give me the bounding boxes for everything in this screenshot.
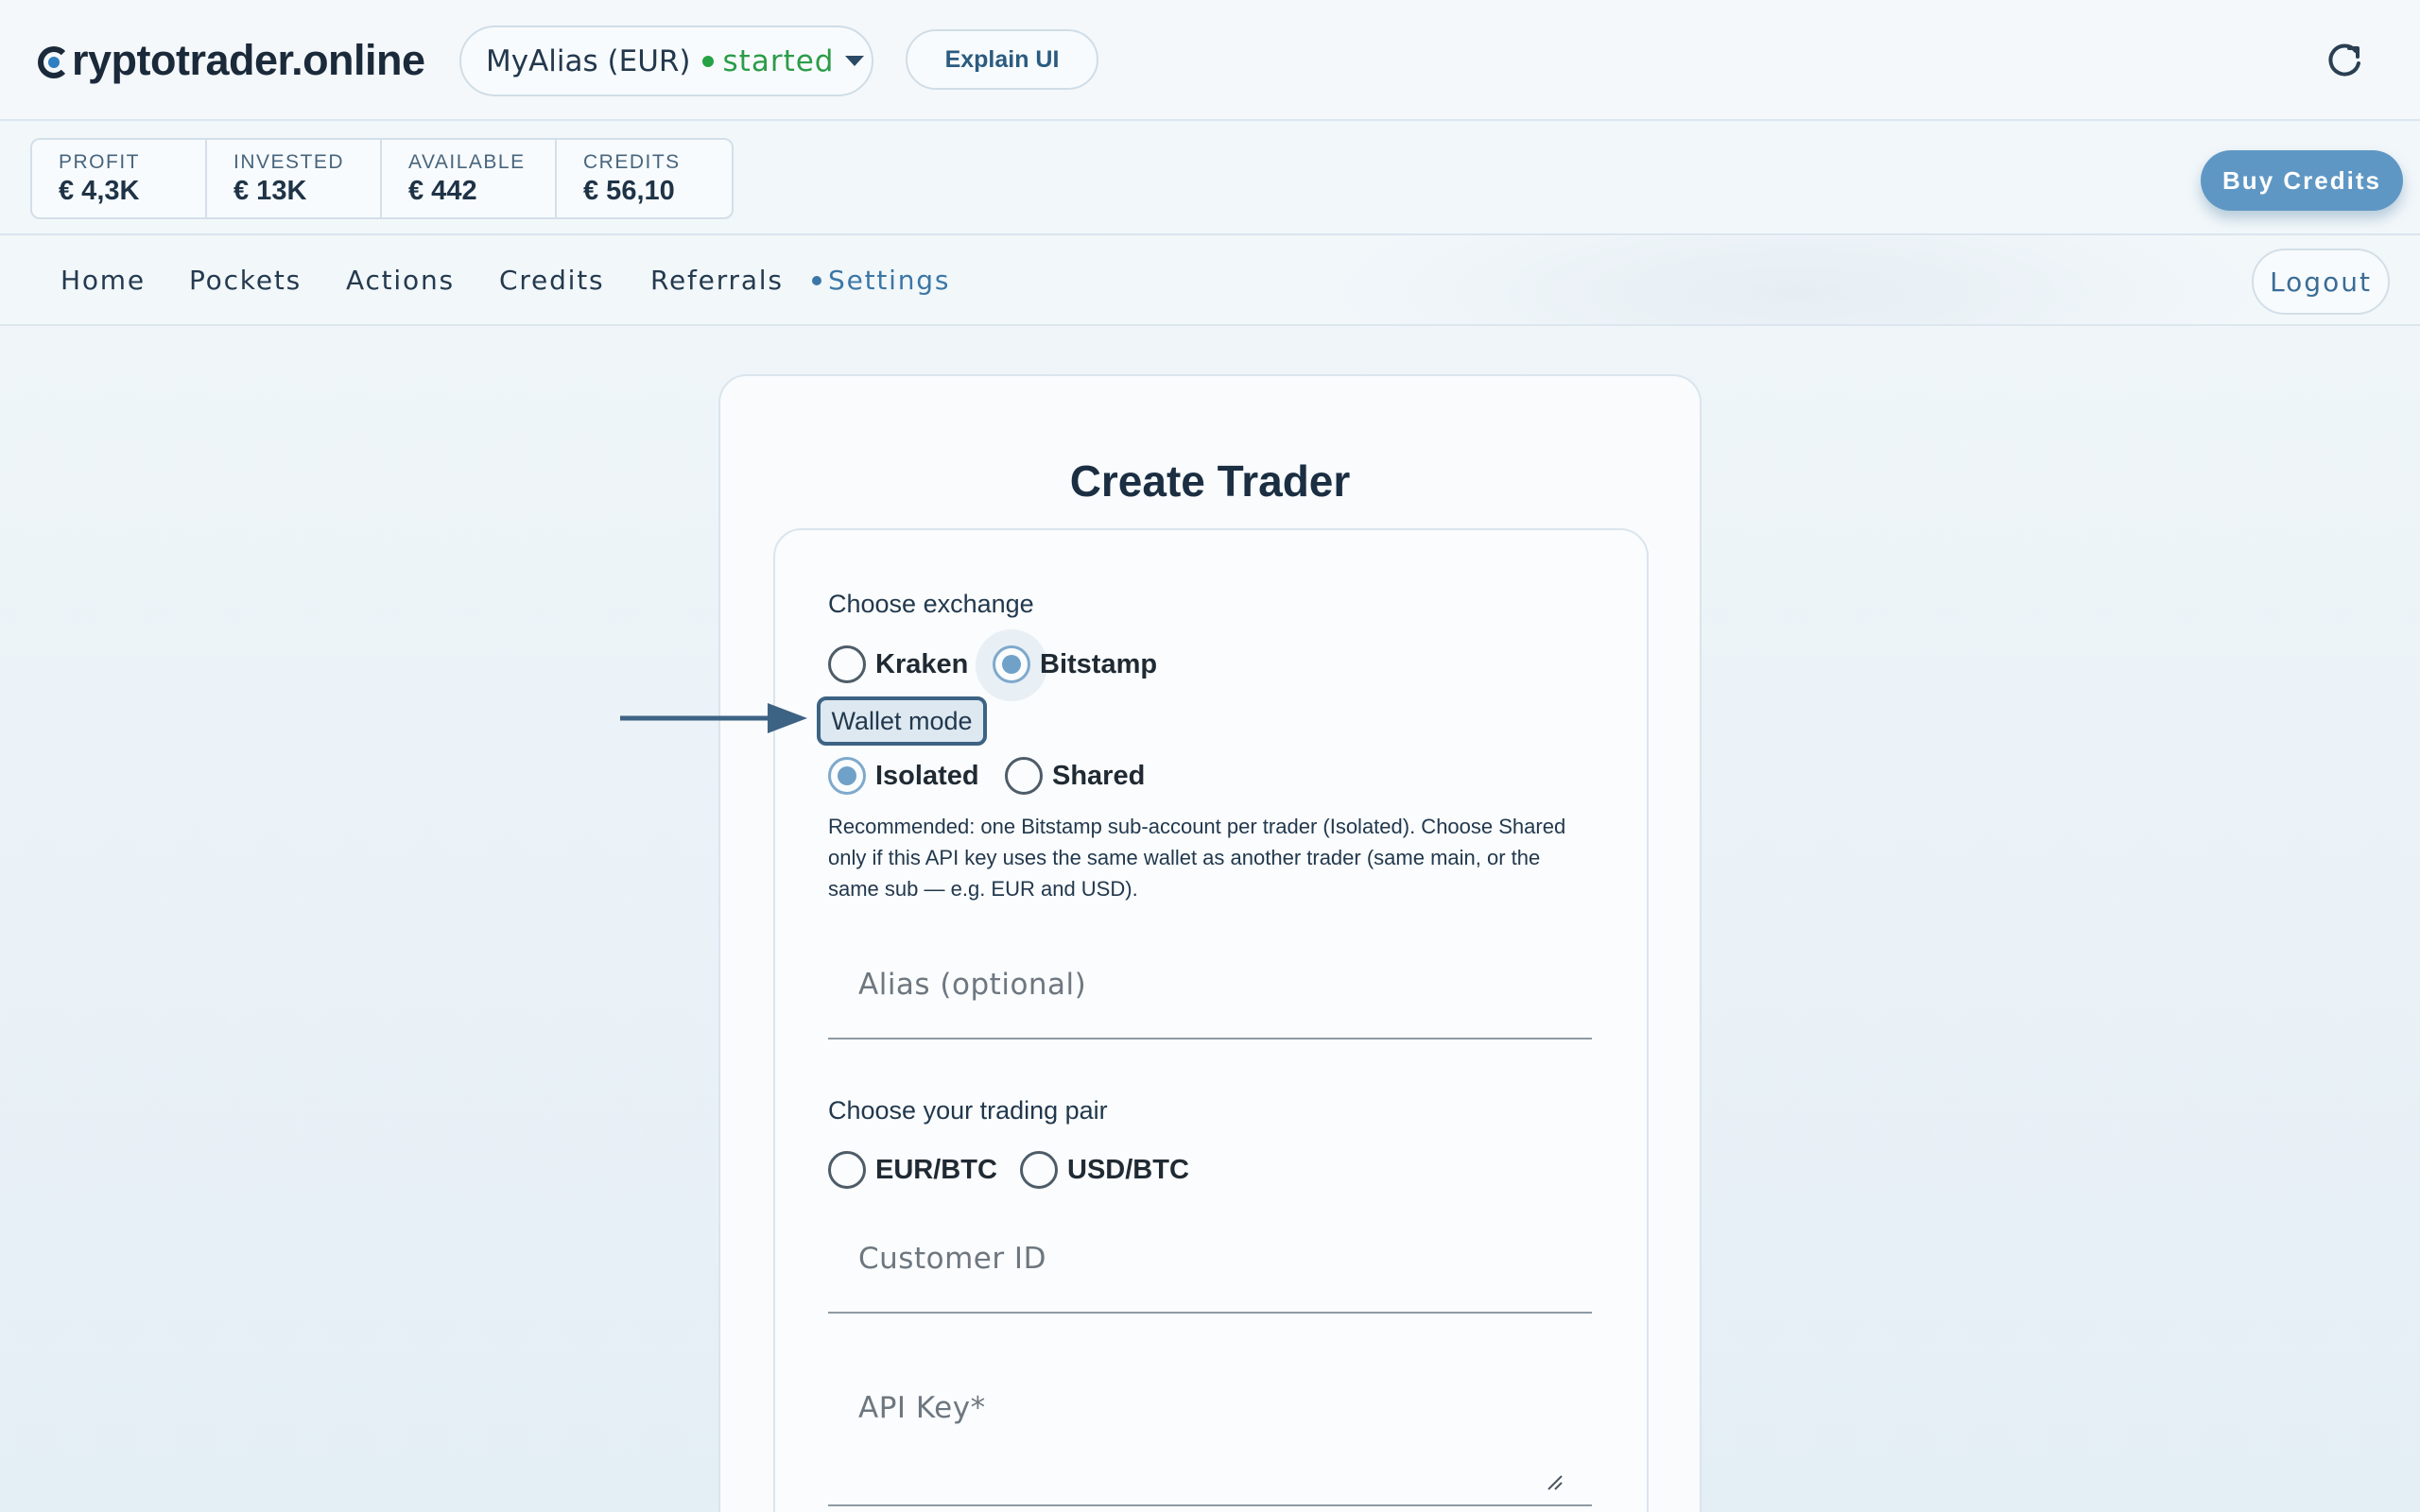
page-title: Create Trader [1069,456,1351,506]
stat-credits: CREDITS € 56,10 [557,140,732,217]
radio-bitstamp[interactable]: Bitstamp [993,645,1157,683]
stat-label: CREDITS [583,151,681,173]
radio-isolated[interactable]: Isolated [828,757,979,795]
explain-ui-button[interactable]: Explain UI [906,29,1098,90]
trader-select[interactable]: MyAlias (EUR) started [459,26,873,96]
radio-circle-icon[interactable] [1005,757,1043,795]
account-stats: PROFIT € 4,3K INVESTED € 13K AVAILABLE €… [30,138,734,219]
customer-id-field[interactable]: Customer ID [828,1210,1592,1314]
radio-eur-btc[interactable]: EUR/BTC [828,1151,997,1189]
radio-label: USD/BTC [1067,1154,1189,1185]
trader-status: started [722,43,835,78]
radio-kraken[interactable]: Kraken [828,645,968,683]
radio-label: Bitstamp [1040,648,1158,679]
stat-available: AVAILABLE € 442 [382,140,557,217]
logout-button[interactable]: Logout [2252,249,2390,315]
alias-field[interactable]: Alias (optional) [828,936,1592,1040]
api-key-field[interactable]: API Key* [828,1351,1592,1506]
stat-value: € 4,3K [59,176,140,206]
app-logo[interactable]: ryptotrader.online [38,34,425,87]
exchange-label: Choose exchange [828,590,1034,618]
resize-grip-icon[interactable] [1547,1474,1564,1491]
radio-circle-icon[interactable] [1020,1151,1058,1189]
radio-checked-icon[interactable] [993,645,1030,683]
trader-alias: MyAlias (EUR) [486,43,691,78]
radio-circle-icon[interactable] [828,1151,866,1189]
stat-value: € 442 [408,176,477,206]
stat-value: € 13K [233,176,307,206]
nav-item-settings[interactable]: Settings [828,265,950,296]
wallet-mode-label: Wallet mode [817,696,987,746]
radio-label: Shared [1052,760,1146,791]
nav-item-home[interactable]: Home [60,265,146,296]
api-key-placeholder: API Key* [858,1391,986,1425]
radio-label: Kraken [875,648,969,679]
radio-circle-icon[interactable] [828,645,866,683]
nav-item-referrals[interactable]: Referrals [650,265,784,296]
refresh-icon[interactable] [2324,40,2365,81]
customer-id-placeholder: Customer ID [858,1242,1046,1276]
stat-profit: PROFIT € 4,3K [32,140,207,217]
active-indicator-icon [812,276,821,285]
stat-invested: INVESTED € 13K [207,140,382,217]
caret-down-icon [845,56,865,66]
radio-usd-btc[interactable]: USD/BTC [1020,1151,1189,1189]
stat-label: PROFIT [59,151,140,173]
radio-label: EUR/BTC [875,1154,997,1185]
app-header: ryptotrader.online MyAlias (EUR) started… [0,0,2420,121]
trading-pair-label: Choose your trading pair [828,1096,1108,1125]
main-nav: Home Pockets Actions Credits Referrals S… [0,236,2420,326]
logo-text: ryptotrader.online [72,36,425,84]
arrow-right-icon [620,703,807,733]
radio-checked-icon[interactable] [828,757,866,795]
wallet-mode-help: Recommended: one Bitstamp sub-account pe… [828,815,1566,901]
stat-label: AVAILABLE [408,151,526,173]
radio-label: Isolated [875,760,979,791]
nav-item-actions[interactable]: Actions [346,265,455,296]
logo-c-icon [38,46,70,78]
stats-bar: PROFIT € 4,3K INVESTED € 13K AVAILABLE €… [0,122,2420,235]
stat-value: € 56,10 [583,176,675,206]
nav-item-pockets[interactable]: Pockets [189,265,302,296]
radio-shared[interactable]: Shared [1005,757,1145,795]
stat-label: INVESTED [233,151,345,173]
buy-credits-button[interactable]: Buy Credits [2201,150,2403,211]
nav-item-credits[interactable]: Credits [499,265,604,296]
alias-placeholder: Alias (optional) [858,968,1087,1002]
status-dot-icon [701,55,714,67]
